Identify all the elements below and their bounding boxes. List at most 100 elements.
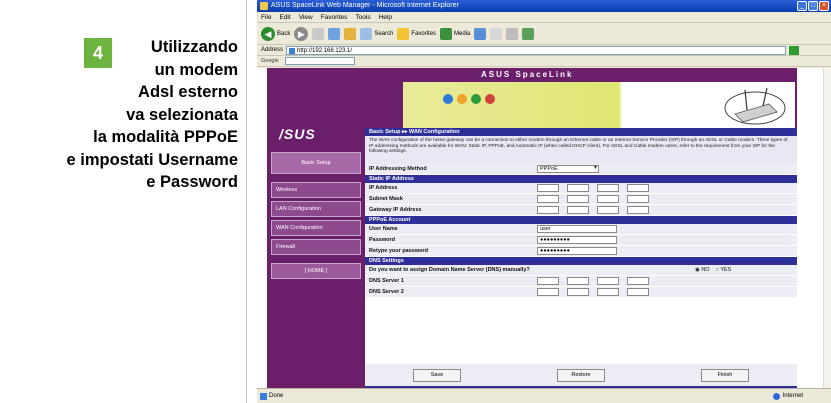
favorites-button[interactable]: Favorites: [397, 26, 436, 42]
refresh-icon[interactable]: [328, 27, 341, 40]
subnet-label: Subnet Mask: [369, 196, 403, 202]
search-label: Search: [374, 30, 394, 37]
menu-help[interactable]: Help: [379, 12, 392, 22]
close-icon[interactable]: ×: [819, 1, 829, 11]
save-button[interactable]: Save: [413, 368, 461, 382]
gateway-field[interactable]: [537, 206, 649, 214]
subnet-field[interactable]: [537, 195, 649, 203]
caption-line-6: e impostati Username: [66, 150, 238, 169]
username-input[interactable]: user: [537, 225, 617, 233]
password-input[interactable]: ●●●●●●●●●: [537, 236, 617, 244]
print-icon[interactable]: [506, 27, 519, 40]
nav-lan-configuration[interactable]: LAN Configuration: [271, 201, 361, 217]
toolbar: ◀ Back ▶ Search Favorites Media: [257, 23, 831, 45]
dns-radio-group: ◉ NO ○ YES: [695, 267, 731, 273]
dns-question: Do you want to assign Domain Name Server…: [369, 267, 530, 273]
retype-password-label: Retype your password: [369, 248, 428, 254]
forward-arrow-icon[interactable]: ▶: [294, 26, 309, 41]
caption-line-3: Adsl esterno: [138, 83, 238, 101]
asus-logo: /SUS: [279, 126, 316, 142]
google-toolbar: Google: [257, 56, 831, 67]
home-icon[interactable]: [344, 27, 357, 40]
favorites-label: Favorites: [411, 30, 437, 37]
password-row: Password ●●●●●●●●●: [365, 235, 797, 246]
router-image: [724, 87, 786, 125]
address-bar: Address http://192.168.123.1/: [257, 45, 831, 56]
retype-password-input[interactable]: ●●●●●●●●●: [537, 247, 617, 255]
menu-tools[interactable]: Tools: [355, 12, 370, 22]
nav-home[interactable]: [ HOME ]: [271, 263, 361, 279]
dns-manual-row: Do you want to assign Domain Name Server…: [365, 265, 797, 276]
dns-yes-radio[interactable]: ○ YES: [716, 267, 732, 273]
page-viewport: /SUS Basic Setup Wireless LAN Configurat…: [257, 68, 831, 388]
caption-line-5: la modalità PPPoE: [93, 128, 238, 146]
asus-sidebar: /SUS Basic Setup Wireless LAN Configurat…: [267, 68, 365, 388]
stop-icon[interactable]: [312, 27, 325, 40]
network-icon: [471, 94, 481, 104]
media-icon: [440, 27, 453, 40]
google-label: Google: [261, 58, 279, 64]
ip-method-select[interactable]: PPPoE: [537, 165, 599, 173]
menu-file[interactable]: File: [261, 12, 271, 22]
back-button[interactable]: ◀ Back: [261, 26, 290, 42]
ip-method-row: IP Addressing Method PPPoE: [365, 164, 797, 175]
browser-window: ASUS SpaceLink Web Manager - Microsoft I…: [257, 0, 831, 403]
gateway-label: Gateway IP Address: [369, 207, 422, 213]
nav-basic-setup[interactable]: Basic Setup: [271, 152, 361, 174]
ip-address-field[interactable]: [537, 184, 649, 192]
article-caption: 4 Utilizzando un modem Adsl esterno va s…: [0, 0, 248, 403]
ie-icon: [260, 2, 268, 10]
go-icon[interactable]: [789, 45, 800, 55]
caption-text: Utilizzando un modem Adsl esterno va sel…: [8, 36, 238, 194]
ip-address-label: IP Address: [369, 185, 398, 191]
subnet-row: Subnet Mask: [365, 194, 797, 205]
search-button[interactable]: Search: [360, 26, 393, 42]
section-title: Basic Setup ▸▸ WAN Configuration: [365, 128, 797, 136]
caption-line-2: un modem: [154, 60, 238, 79]
lamp-icon: [457, 94, 467, 104]
pppoe-header: PPPoE Account: [365, 216, 797, 224]
status-bar: Done Internet: [257, 388, 831, 403]
vertical-scrollbar[interactable]: [823, 68, 831, 388]
dns-yes-label: YES: [720, 267, 732, 273]
menu-favorites[interactable]: Favorites: [321, 12, 348, 22]
dns1-row: DNS Server 1: [365, 276, 797, 287]
star-icon: [397, 27, 410, 40]
asus-banner: [403, 82, 795, 128]
dns2-row: DNS Server 2: [365, 287, 797, 298]
caption-line-7: e Password: [146, 173, 238, 191]
nav-wireless[interactable]: Wireless: [271, 182, 361, 198]
finish-button[interactable]: Finish: [701, 368, 749, 382]
nav-firewall[interactable]: Firewall: [271, 239, 361, 255]
messenger-icon[interactable]: [522, 27, 535, 40]
address-label: Address: [261, 47, 284, 53]
username-row: User Name user: [365, 224, 797, 235]
asus-nav: Basic Setup Wireless LAN Configuration W…: [271, 152, 361, 282]
asus-brand: ASUS SpaceLink: [481, 70, 574, 79]
wan-config-panel: Basic Setup ▸▸ WAN Configuration The WAN…: [365, 128, 797, 388]
nav-wan-configuration[interactable]: WAN Configuration: [271, 220, 361, 236]
mail-icon[interactable]: [490, 27, 503, 40]
retype-password-row: Retype your password ●●●●●●●●●: [365, 246, 797, 257]
globe-icon: [443, 94, 453, 104]
caption-line-1: Utilizzando: [150, 38, 238, 56]
dns-no-radio[interactable]: ◉ NO: [695, 267, 710, 273]
media-button[interactable]: Media: [440, 26, 470, 42]
password-label: Password: [369, 237, 395, 243]
restore-button[interactable]: Restore: [557, 368, 605, 382]
minimize-icon[interactable]: _: [797, 1, 807, 11]
gateway-row: Gateway IP Address: [365, 205, 797, 216]
maximize-icon[interactable]: □: [808, 1, 818, 11]
google-search-input[interactable]: [284, 57, 355, 65]
history-icon[interactable]: [474, 27, 487, 40]
power-icon: [485, 94, 495, 104]
dns2-label: DNS Server 2: [369, 289, 404, 295]
menu-edit[interactable]: Edit: [279, 12, 290, 22]
menu-view[interactable]: View: [299, 12, 313, 22]
window-titlebar[interactable]: ASUS SpaceLink Web Manager - Microsoft I…: [257, 0, 831, 12]
menu-bar: File Edit View Favorites Tools Help: [257, 12, 831, 23]
address-input[interactable]: http://192.168.123.1/: [286, 45, 787, 55]
back-arrow-icon: ◀: [261, 26, 275, 41]
dns2-field[interactable]: [537, 288, 649, 296]
dns1-field[interactable]: [537, 277, 649, 285]
